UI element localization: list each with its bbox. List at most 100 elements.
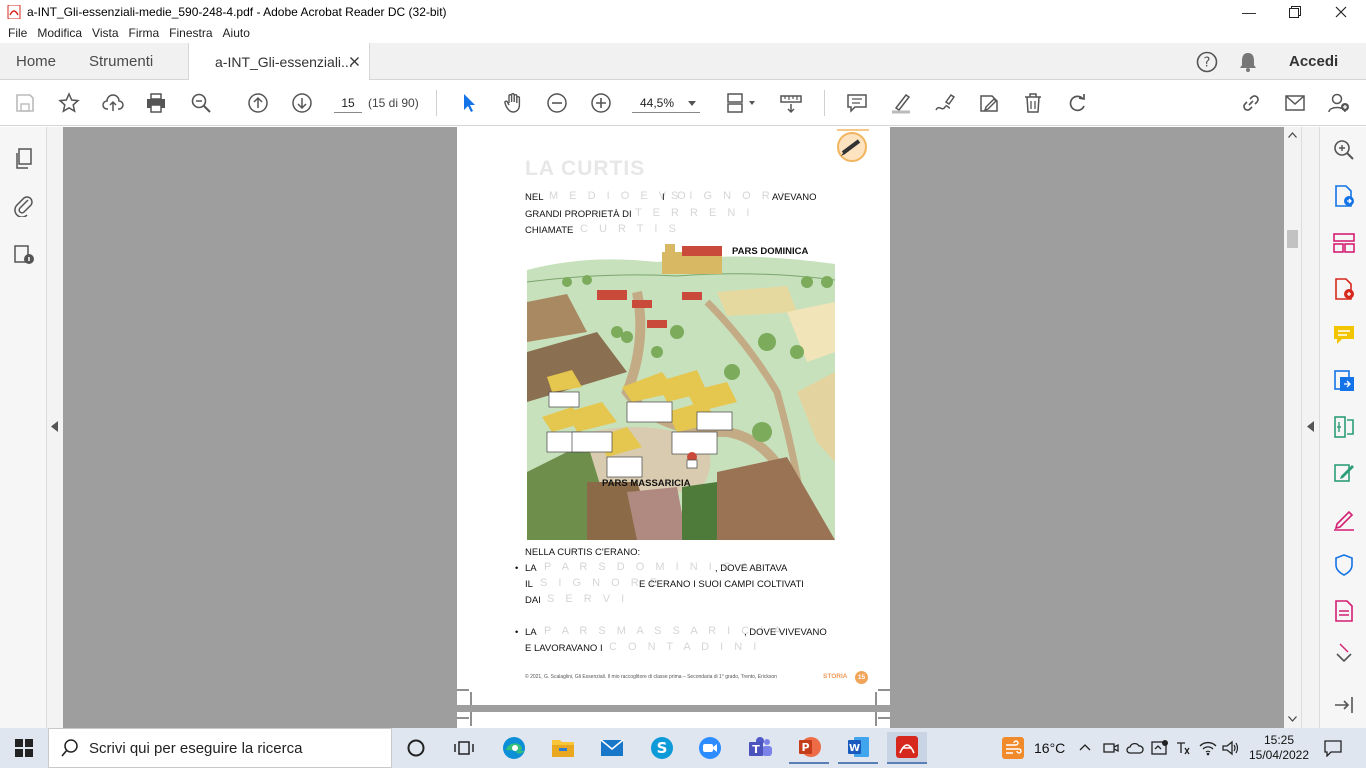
more-tools-chevron-icon[interactable] xyxy=(1332,642,1356,666)
page-number-input[interactable]: 15 xyxy=(334,93,362,113)
word-icon[interactable]: W xyxy=(838,732,878,764)
left-collapse-strip[interactable] xyxy=(47,127,63,728)
email-icon[interactable] xyxy=(1283,91,1307,115)
task-view-icon[interactable] xyxy=(444,732,484,764)
edge-browser-icon[interactable] xyxy=(494,732,534,764)
menu-aiuto[interactable]: Aiuto xyxy=(223,26,250,40)
bullet-2: • xyxy=(515,627,519,638)
zoom-level-dropdown[interactable]: 44,5% xyxy=(632,93,700,113)
right-collapse-strip[interactable] xyxy=(1301,127,1319,728)
device-status-icon[interactable] xyxy=(1151,740,1169,756)
minimize-button[interactable]: — xyxy=(1226,0,1272,23)
collapse-panel-icon[interactable] xyxy=(1332,693,1356,717)
protect-shield-icon[interactable] xyxy=(1332,553,1356,577)
zoom-out-icon[interactable] xyxy=(545,91,569,115)
wifi-icon[interactable] xyxy=(1199,740,1217,756)
toolbar-divider xyxy=(824,90,825,116)
hand-tool-icon[interactable] xyxy=(501,91,525,115)
show-hidden-icons-chevron-icon[interactable] xyxy=(1079,743,1091,751)
comment-tool-icon[interactable] xyxy=(1332,323,1356,347)
file-explorer-icon[interactable] xyxy=(543,732,583,764)
menu-modifica[interactable]: Modifica xyxy=(37,26,82,40)
compress-pdf-icon[interactable] xyxy=(1332,415,1356,439)
attachments-paperclip-icon[interactable] xyxy=(12,193,36,217)
text-avevano: AVEVANO xyxy=(772,192,817,203)
collapse-right-arrow-icon[interactable] xyxy=(1307,421,1314,432)
select-cursor-icon[interactable] xyxy=(457,91,481,115)
add-user-icon[interactable] xyxy=(1327,91,1351,115)
language-input-icon[interactable] xyxy=(1175,740,1191,756)
scroll-thumb[interactable] xyxy=(1287,230,1298,248)
collapse-left-arrow-icon[interactable] xyxy=(51,421,58,432)
close-window-button[interactable] xyxy=(1318,0,1364,23)
delete-trash-icon[interactable] xyxy=(1021,91,1045,115)
meet-now-icon[interactable] xyxy=(1103,740,1119,756)
bookmark-star-icon[interactable] xyxy=(57,91,81,115)
taskbar-search-box[interactable]: Scrivi qui per eseguire la ricerca xyxy=(48,728,392,768)
zoom-app-icon[interactable] xyxy=(690,732,730,764)
vertical-scrollbar[interactable] xyxy=(1284,127,1301,728)
cortana-icon[interactable] xyxy=(396,732,436,764)
svg-text:P: P xyxy=(801,741,809,754)
rotate-redo-icon[interactable] xyxy=(1065,91,1089,115)
previous-page-icon[interactable] xyxy=(246,91,270,115)
sign-in-button[interactable]: Accedi xyxy=(1289,43,1338,80)
tab-document[interactable]: a-INT_Gli-essenziali... xyxy=(188,43,370,81)
page-layout-icon[interactable] xyxy=(724,91,758,115)
onedrive-cloud-icon[interactable] xyxy=(1126,741,1144,755)
forms-icon[interactable] xyxy=(1332,599,1356,623)
comment-icon[interactable] xyxy=(845,91,869,115)
teams-icon[interactable]: T xyxy=(740,732,780,764)
page-section-label: STORIA xyxy=(823,673,848,680)
volume-speaker-icon[interactable] xyxy=(1222,740,1240,756)
share-link-icon[interactable] xyxy=(1239,91,1263,115)
help-icon[interactable]: ? xyxy=(1196,51,1218,73)
windows-start-icon[interactable] xyxy=(4,732,44,764)
edit-pdf-icon[interactable] xyxy=(1332,461,1356,485)
upload-cloud-icon[interactable] xyxy=(101,91,125,115)
skype-icon[interactable]: S xyxy=(642,732,682,764)
close-tab-icon[interactable] xyxy=(350,57,359,66)
combine-files-icon[interactable] xyxy=(1332,369,1356,393)
answer-terreni: T E R R E N I xyxy=(635,207,754,219)
create-pdf-icon[interactable] xyxy=(1332,277,1356,301)
tab-home[interactable]: Home xyxy=(16,43,56,80)
export-pdf-icon[interactable] xyxy=(1332,184,1356,208)
answer-contadini: C O N T A D I N I xyxy=(609,641,761,653)
restore-button[interactable] xyxy=(1272,0,1318,23)
next-page-icon[interactable] xyxy=(290,91,314,115)
fill-sign-tool-icon[interactable] xyxy=(1332,507,1356,531)
document-viewer[interactable]: LA CURTIS NEL M E D I O E V O I S I G N … xyxy=(47,127,1284,728)
highlight-pen-icon[interactable] xyxy=(889,91,913,115)
acrobat-taskbar-icon[interactable] xyxy=(887,732,927,764)
page-number-badge: 15 xyxy=(855,671,868,684)
document-properties-icon[interactable] xyxy=(12,242,36,266)
powerpoint-icon[interactable]: P xyxy=(789,732,829,764)
pencil-badge-icon xyxy=(837,129,869,162)
scroll-down-arrow-icon[interactable] xyxy=(1288,716,1297,722)
clock-date: 15/04/2022 xyxy=(1248,748,1310,762)
menu-finestra[interactable]: Finestra xyxy=(169,26,212,40)
search-placeholder: Scrivi qui per eseguire la ricerca xyxy=(89,739,303,757)
notifications-bell-icon[interactable] xyxy=(1238,51,1258,73)
search-zoom-icon[interactable] xyxy=(1332,138,1356,162)
notification-center-icon[interactable] xyxy=(1324,739,1342,757)
page-thumbnails-icon[interactable] xyxy=(12,147,36,171)
draw-freehand-icon[interactable] xyxy=(933,91,957,115)
scroll-up-arrow-icon[interactable] xyxy=(1288,132,1297,138)
tab-tools[interactable]: Strumenti xyxy=(89,43,153,80)
clock[interactable]: 15:25 15/04/2022 xyxy=(1248,728,1310,768)
organize-pages-icon[interactable] xyxy=(1332,231,1356,255)
search-icon xyxy=(61,739,78,757)
menu-vista[interactable]: Vista xyxy=(92,26,118,40)
menu-file[interactable]: File xyxy=(8,26,27,40)
weather-widget[interactable]: 16°C xyxy=(1002,728,1065,768)
save-icon[interactable] xyxy=(13,91,37,115)
zoom-in-icon[interactable] xyxy=(589,91,613,115)
fill-sign-icon[interactable] xyxy=(977,91,1001,115)
menu-firma[interactable]: Firma xyxy=(129,26,160,40)
measure-tool-icon[interactable] xyxy=(779,91,803,115)
zoom-search-icon[interactable] xyxy=(189,91,213,115)
print-icon[interactable] xyxy=(144,91,168,115)
mail-icon[interactable] xyxy=(592,732,632,764)
